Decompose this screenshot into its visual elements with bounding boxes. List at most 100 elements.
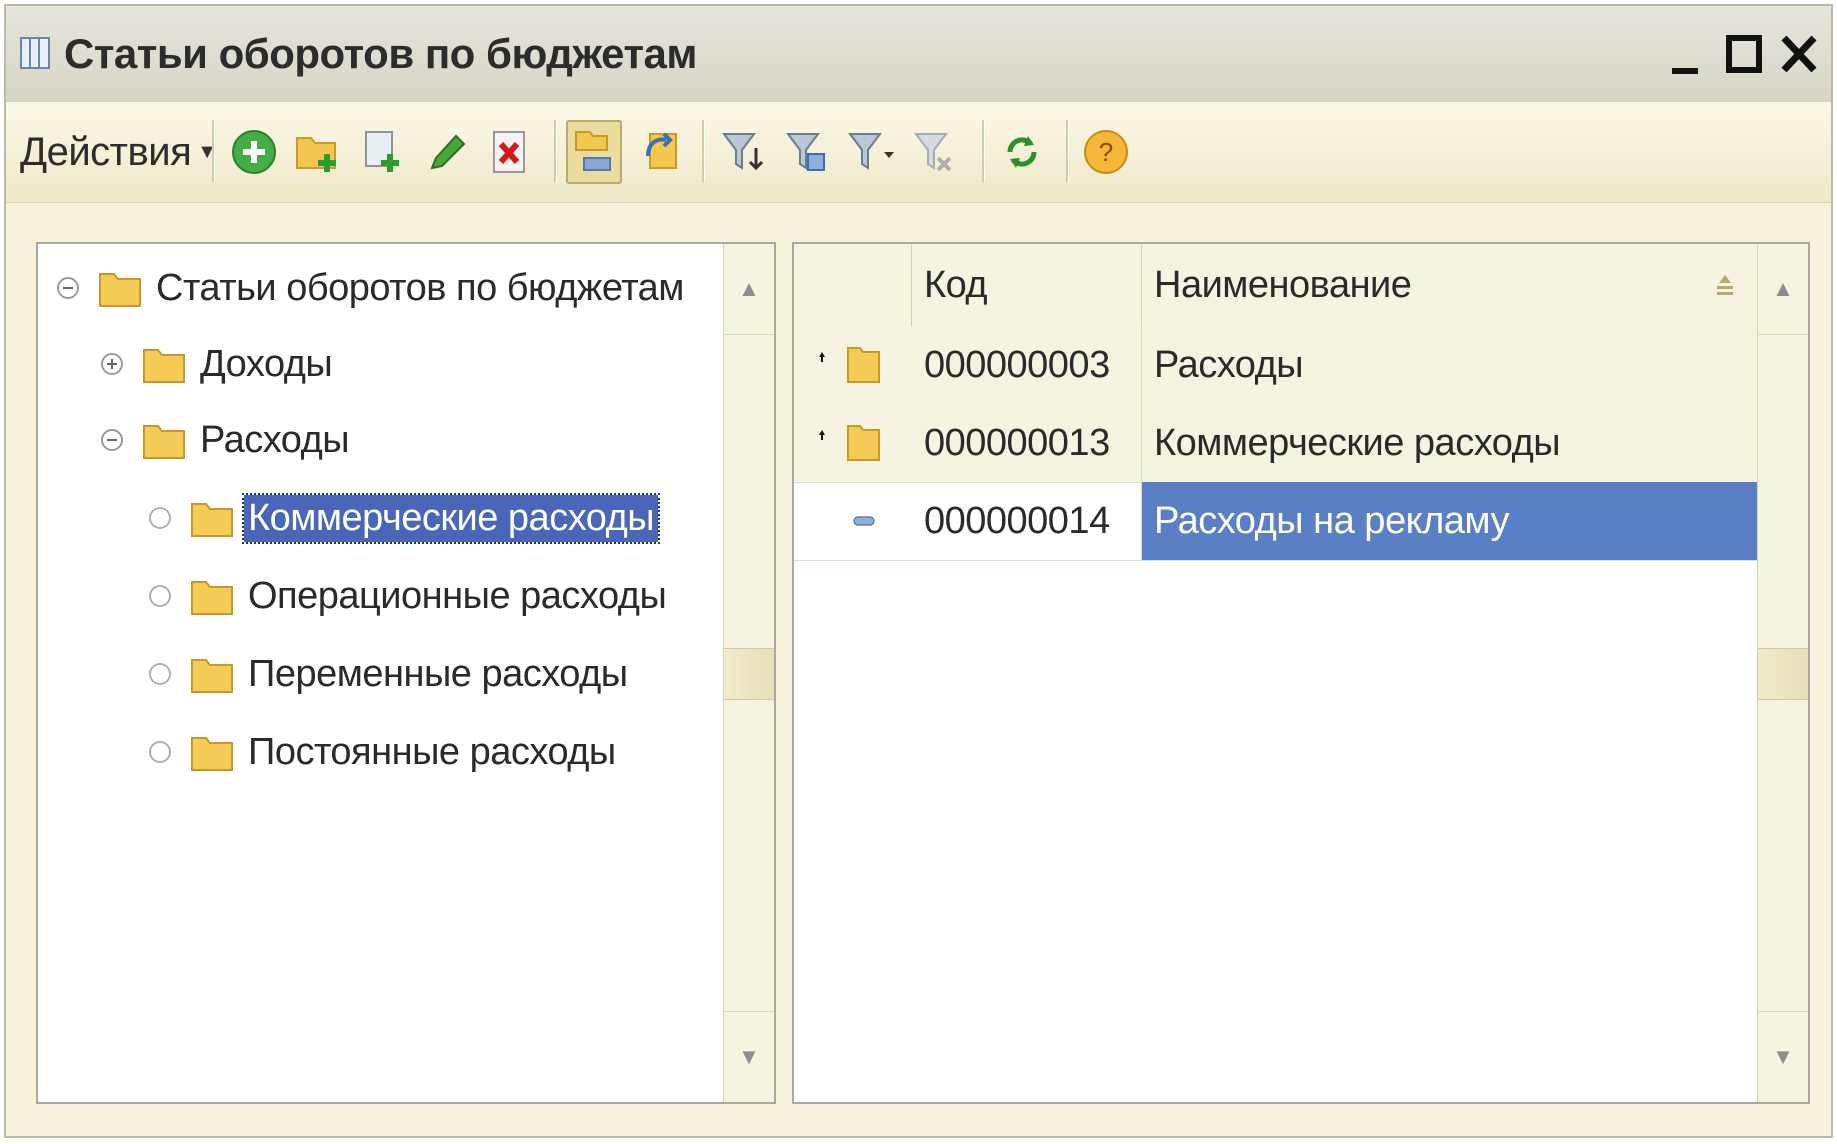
table-scrollbar[interactable]: ▲ ▼ xyxy=(1757,244,1808,1102)
minimize-icon xyxy=(1672,68,1698,74)
scroll-up-icon[interactable]: ▲ xyxy=(1758,244,1808,335)
level-up-icon xyxy=(646,132,677,169)
add-button[interactable] xyxy=(226,124,282,180)
toolbar-separator xyxy=(982,120,985,182)
help-icon: ? xyxy=(1084,130,1128,174)
column-header-code[interactable]: Код xyxy=(912,244,1142,326)
tree-item-label: Операционные расходы xyxy=(248,574,667,617)
icon-column-header[interactable] xyxy=(794,244,912,326)
leaf-node-icon xyxy=(149,585,171,607)
tree-item-fixed[interactable]: Постоянные расходы xyxy=(148,722,620,782)
expand-icon[interactable] xyxy=(100,352,124,376)
table-header: Код Наименование xyxy=(794,244,1760,327)
tree-item-expenses[interactable]: Расходы xyxy=(100,410,353,470)
scroll-up-icon[interactable]: ▲ xyxy=(724,244,774,335)
tree-item-label: Расходы xyxy=(200,418,350,461)
scroll-thumb[interactable] xyxy=(724,648,774,700)
add-icon xyxy=(232,130,276,174)
tree-item-label: Коммерческие расходы xyxy=(241,492,661,544)
cell-name: Расходы на рекламу xyxy=(1142,482,1760,560)
toolbar-separator xyxy=(212,120,215,182)
cell-name: Коммерческие расходы xyxy=(1154,421,1561,464)
tree-item-root[interactable]: Статьи оборотов по бюджетам xyxy=(56,258,688,318)
cell-name: Расходы xyxy=(1154,343,1304,386)
delete-button[interactable] xyxy=(482,124,538,180)
scroll-down-icon[interactable]: ▼ xyxy=(1758,1011,1808,1102)
folder-icon xyxy=(191,737,233,771)
leaf-node-icon xyxy=(149,507,171,529)
add-group-icon xyxy=(296,137,336,172)
group-up-folder-icon xyxy=(819,425,880,461)
table-row[interactable]: 000000014 Расходы на рекламу xyxy=(794,482,1760,561)
refresh-button[interactable] xyxy=(994,124,1050,180)
delete-icon xyxy=(493,131,525,173)
table-row[interactable]: 000000013 Коммерческие расходы xyxy=(794,404,1758,483)
close-icon xyxy=(1781,35,1817,73)
clear-filter-button[interactable] xyxy=(906,124,962,180)
clear-filter-icon xyxy=(914,133,952,172)
tree-item-label: Постоянные расходы xyxy=(248,730,616,773)
tree-item-variable[interactable]: Переменные расходы xyxy=(148,644,632,704)
refresh-icon xyxy=(1007,136,1037,168)
group-up-folder-icon xyxy=(819,347,880,383)
catalog-window: Статьи оборотов по бюджетам Действия ▼ ?… xyxy=(4,4,1833,1138)
actions-label: Действия xyxy=(20,129,192,174)
cell-code: 000000013 xyxy=(912,404,1142,482)
filter-button[interactable] xyxy=(714,124,770,180)
folder-icon xyxy=(99,273,141,307)
leaf-node-icon xyxy=(149,663,171,685)
filter-history-button[interactable] xyxy=(842,124,898,180)
scroll-down-icon[interactable]: ▼ xyxy=(724,1011,774,1102)
folder-icon xyxy=(143,349,185,383)
actions-menu[interactable]: Действия ▼ xyxy=(20,126,217,178)
copy-button[interactable] xyxy=(354,124,410,180)
tree-item-label: Статьи оборотов по бюджетам xyxy=(156,266,684,309)
tree-item-label: Доходы xyxy=(200,342,333,385)
toolbar: Действия ▼ ? xyxy=(6,102,1831,203)
window-title: Статьи оборотов по бюджетам xyxy=(64,30,697,77)
filter-history-icon xyxy=(848,133,894,170)
item-element-icon xyxy=(853,516,875,526)
cell-code: 000000014 xyxy=(912,482,1142,560)
minimize-button[interactable] xyxy=(1666,28,1712,80)
folder-icon xyxy=(143,425,185,459)
close-button[interactable] xyxy=(1776,28,1822,80)
folder-icon xyxy=(191,659,233,693)
tree-item-income[interactable]: Доходы xyxy=(100,334,336,394)
column-header-name[interactable]: Наименование xyxy=(1142,244,1760,326)
toolbar-separator xyxy=(554,120,557,182)
maximize-button[interactable] xyxy=(1722,28,1768,80)
cell-code: 000000003 xyxy=(912,326,1142,404)
folder-icon xyxy=(191,581,233,615)
sort-ascending-icon xyxy=(1717,275,1733,295)
collapse-icon[interactable] xyxy=(100,428,124,452)
add-group-button[interactable] xyxy=(290,124,346,180)
column-header-label: Код xyxy=(924,263,988,306)
collapse-icon[interactable] xyxy=(56,276,80,300)
filter-by-value-icon xyxy=(786,133,825,171)
edit-button[interactable] xyxy=(418,124,474,180)
level-up-button[interactable] xyxy=(634,124,690,180)
leaf-node-icon xyxy=(149,741,171,763)
tree-item-label: Переменные расходы xyxy=(248,652,628,695)
maximize-icon xyxy=(1726,35,1762,73)
tree-scrollbar[interactable]: ▲ ▼ xyxy=(723,244,774,1102)
tree-item-operational[interactable]: Операционные расходы xyxy=(148,566,670,626)
filter-by-value-button[interactable] xyxy=(778,124,834,180)
folder-icon xyxy=(191,503,233,537)
edit-icon xyxy=(430,134,466,170)
groups-tree[interactable]: Статьи оборотов по бюджетам Доходы Расхо… xyxy=(36,242,776,1104)
filter-icon xyxy=(722,133,764,171)
help-button[interactable]: ? xyxy=(1078,124,1134,180)
copy-icon xyxy=(365,131,399,172)
tree-item-commercial[interactable]: Коммерческие расходы xyxy=(148,488,661,548)
title-bar[interactable]: Статьи оборотов по бюджетам xyxy=(6,6,1831,103)
hierarchy-button[interactable] xyxy=(566,120,622,184)
hierarchy-icon xyxy=(575,131,611,171)
table-row[interactable]: 000000003 Расходы xyxy=(794,326,1758,405)
toolbar-separator xyxy=(1066,120,1069,182)
items-table[interactable]: Код Наименование 000000003 Расходы 00000… xyxy=(792,242,1810,1104)
list-form-icon xyxy=(20,37,50,69)
scroll-thumb[interactable] xyxy=(1758,648,1808,700)
toolbar-separator xyxy=(702,120,705,182)
